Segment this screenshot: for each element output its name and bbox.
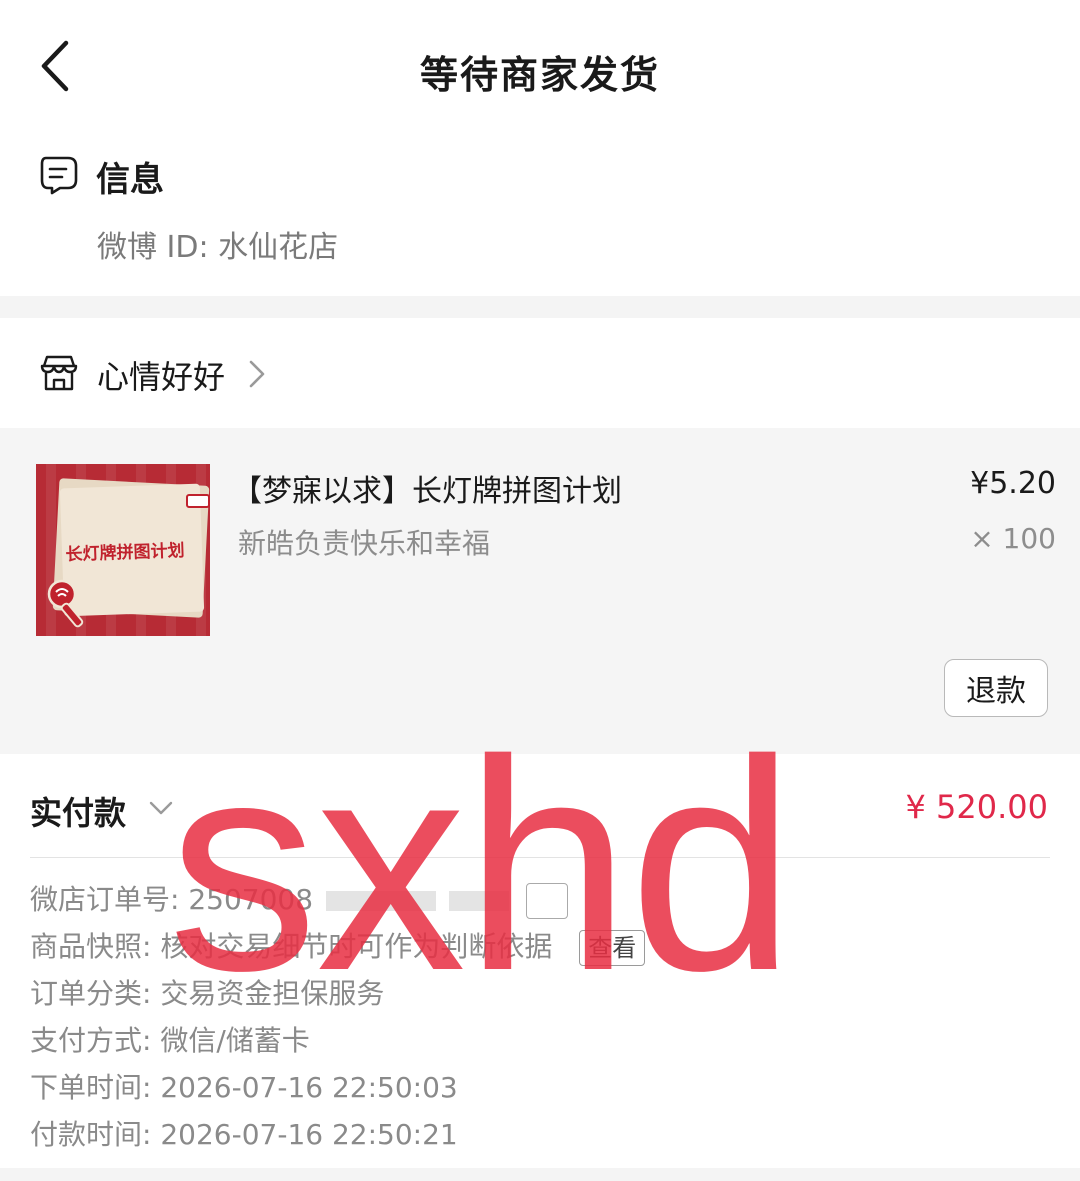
product-image[interactable]: 长灯牌拼图计划: [36, 464, 210, 636]
snapshot-row: 商品快照: 核对交易细节时可作为判断依据 查看: [30, 923, 1030, 970]
snapshot-label: 商品快照:: [30, 930, 152, 963]
header-bar: 等待商家发货: [0, 0, 1080, 130]
product-subtitle: 新皓负责快乐和幸福: [238, 527, 491, 560]
lightstick-icon: [47, 579, 84, 628]
order-time-label: 下单时间:: [30, 1071, 152, 1104]
product-quantity: × 100: [970, 522, 1056, 555]
order-number-label: 微店订单号:: [30, 883, 180, 916]
pay-time-value: 2026-07-16 22:50:21: [160, 1118, 458, 1151]
divider: [30, 857, 1050, 858]
category-row: 订单分类: 交易资金担保服务: [30, 970, 1030, 1017]
product-card[interactable]: 长灯牌拼图计划 【梦寐以求】长灯牌拼图计划 新皓负责快乐和幸福 ¥5.20 × …: [0, 428, 1080, 754]
product-image-title: 长灯牌拼图计划: [65, 540, 185, 566]
order-number-row: 微店订单号: 2507008: [30, 876, 1030, 923]
chevron-down-icon: [149, 801, 173, 815]
shop-row[interactable]: 心情好好: [0, 318, 1080, 428]
section-divider: [0, 296, 1080, 318]
order-details: 微店订单号: 2507008 商品快照: 核对交易细节时可作为判断依据 查看 订…: [30, 876, 1030, 1158]
snapshot-value: 核对交易细节时可作为判断依据: [160, 930, 553, 963]
copy-button[interactable]: [525, 883, 568, 919]
chevron-right-icon: [249, 360, 265, 388]
bottom-divider: [0, 1168, 1080, 1181]
pay-time-label: 付款时间:: [30, 1118, 152, 1151]
refund-button[interactable]: 退款: [944, 659, 1048, 717]
view-snapshot-button[interactable]: 查看: [579, 930, 646, 966]
payment-summary-row[interactable]: 实付款 ¥ 520.00: [0, 754, 1080, 858]
paid-amount: ¥ 520.00: [905, 788, 1049, 826]
pay-method-row: 支付方式: 微信/储蓄卡: [30, 1017, 1030, 1064]
order-time-value: 2026-07-16 22:50:03: [160, 1071, 458, 1104]
category-value: 交易资金担保服务: [160, 977, 385, 1010]
redacted-block: [448, 891, 509, 911]
weibo-id-text: 微博 ID: 水仙花店: [97, 230, 339, 265]
pay-method-label: 支付方式:: [30, 1024, 152, 1057]
message-icon: [40, 156, 78, 195]
paid-label: 实付款: [30, 794, 127, 832]
product-name: 【梦寐以求】长灯牌拼图计划: [232, 474, 622, 509]
store-icon: [40, 355, 78, 391]
pay-time-row: 付款时间: 2026-07-16 22:50:21: [30, 1111, 1030, 1158]
redacted-block: [325, 891, 436, 911]
info-title: 信息: [96, 160, 164, 200]
page-title: 等待商家发货: [419, 53, 660, 97]
info-section: 信息 微博 ID: 水仙花店: [0, 130, 1080, 296]
category-label: 订单分类:: [30, 977, 152, 1010]
pay-method-value: 微信/储蓄卡: [160, 1024, 310, 1057]
order-time-row: 下单时间: 2026-07-16 22:50:03: [30, 1064, 1030, 1111]
product-price: ¥5.20: [970, 466, 1056, 501]
shop-name: 心情好好: [97, 358, 226, 396]
order-number-value: 2507008: [188, 883, 314, 916]
